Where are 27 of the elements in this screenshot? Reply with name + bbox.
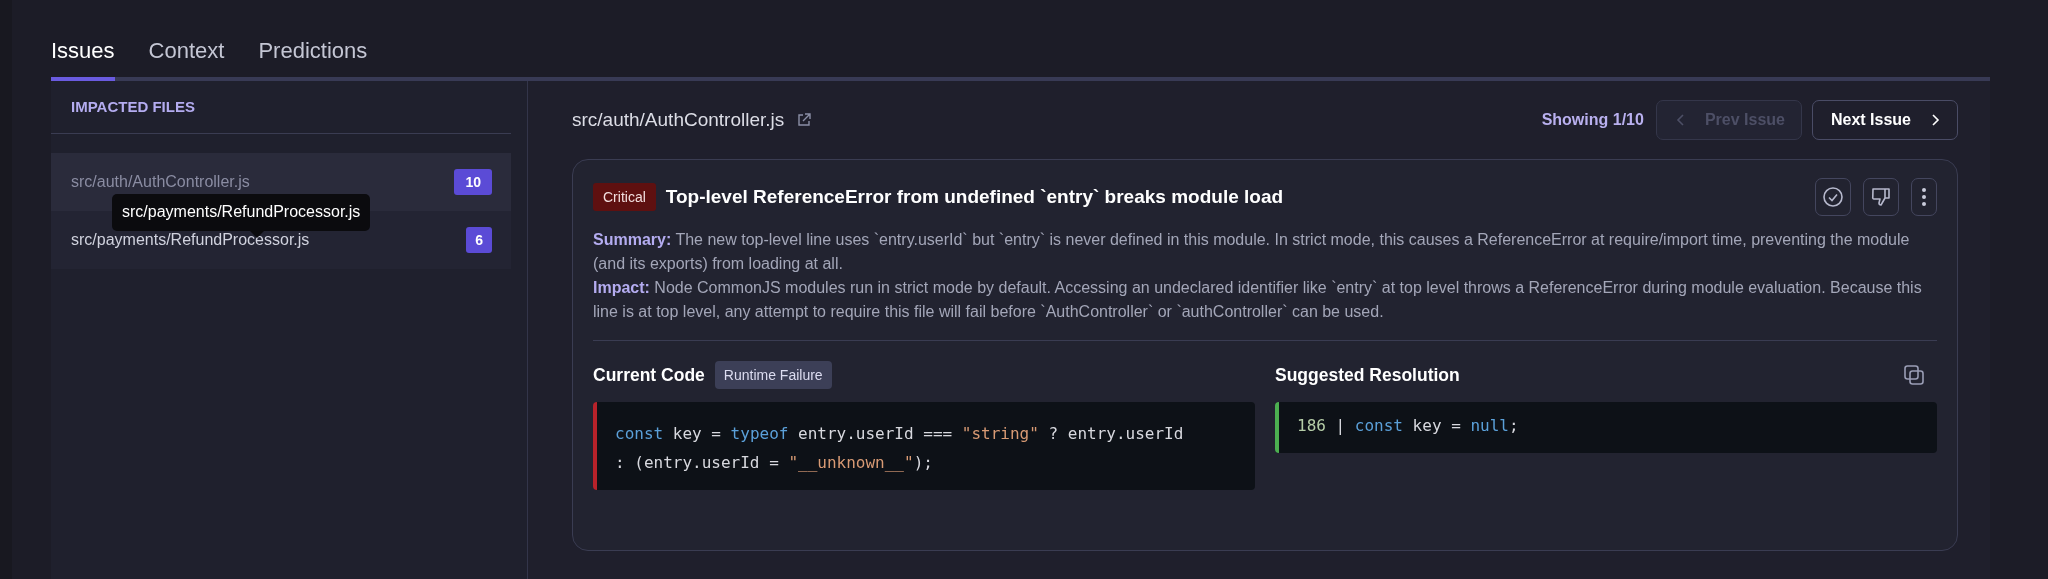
copy-icon[interactable]	[1903, 364, 1925, 386]
chevron-left-icon	[1674, 113, 1687, 127]
more-icon	[1921, 187, 1927, 207]
file-path: src/auth/AuthController.js	[572, 109, 785, 131]
section-heading: Current Code	[593, 364, 705, 386]
issue-description: Summary: The new top-level line uses `entry.userId` but `entry` is never defined in this module. In strict mode, this causes a ReferenceError at require/import time, preventing the module (and its exports) from loading at all.	[593, 230, 1911, 274]
check-circle-icon	[1822, 186, 1844, 208]
section-heading: IMPACTED FILES	[51, 81, 511, 134]
tag: Runtime Failure	[714, 361, 832, 389]
tab[interactable]: Predictions	[258, 38, 368, 81]
next-issue-button[interactable]: Next Issue	[1811, 100, 1958, 140]
issue-description: Impact: Node CommonJS modules run in strict mode by default. Accessing an undeclared identifier like `entry` at top level throws a ReferenceError during module evaluation. Because this line is at top level, any attempt to require this file will fail before `AuthController` or `authController` can be used.	[593, 278, 1923, 322]
tooltip: src/payments/RefundProcessor.js	[112, 194, 371, 231]
code-block: const key = typeof entry.userId === "string" ? entry.userId : (entry.userId = "__unknown__");	[593, 402, 1255, 490]
chevron-right-icon	[1929, 113, 1941, 127]
external-link-icon[interactable]	[796, 112, 813, 128]
section-heading: Suggested Resolution	[1275, 364, 1460, 386]
issue-title: Top-level ReferenceError from undefined `entry` breaks module load	[665, 186, 1284, 208]
more-button[interactable]	[1911, 178, 1937, 216]
thumbs-down-button[interactable]	[1863, 178, 1899, 216]
severity-badge: Critical	[593, 183, 656, 211]
code-block: 186 | const key = null;	[1275, 402, 1937, 453]
tooltip-arrow	[250, 231, 264, 238]
resolve-button[interactable]	[1815, 178, 1851, 216]
issue-counter: Showing 1/10	[1541, 111, 1644, 129]
thumbs-down-icon	[1870, 186, 1892, 208]
tab[interactable]: Context	[148, 38, 225, 81]
